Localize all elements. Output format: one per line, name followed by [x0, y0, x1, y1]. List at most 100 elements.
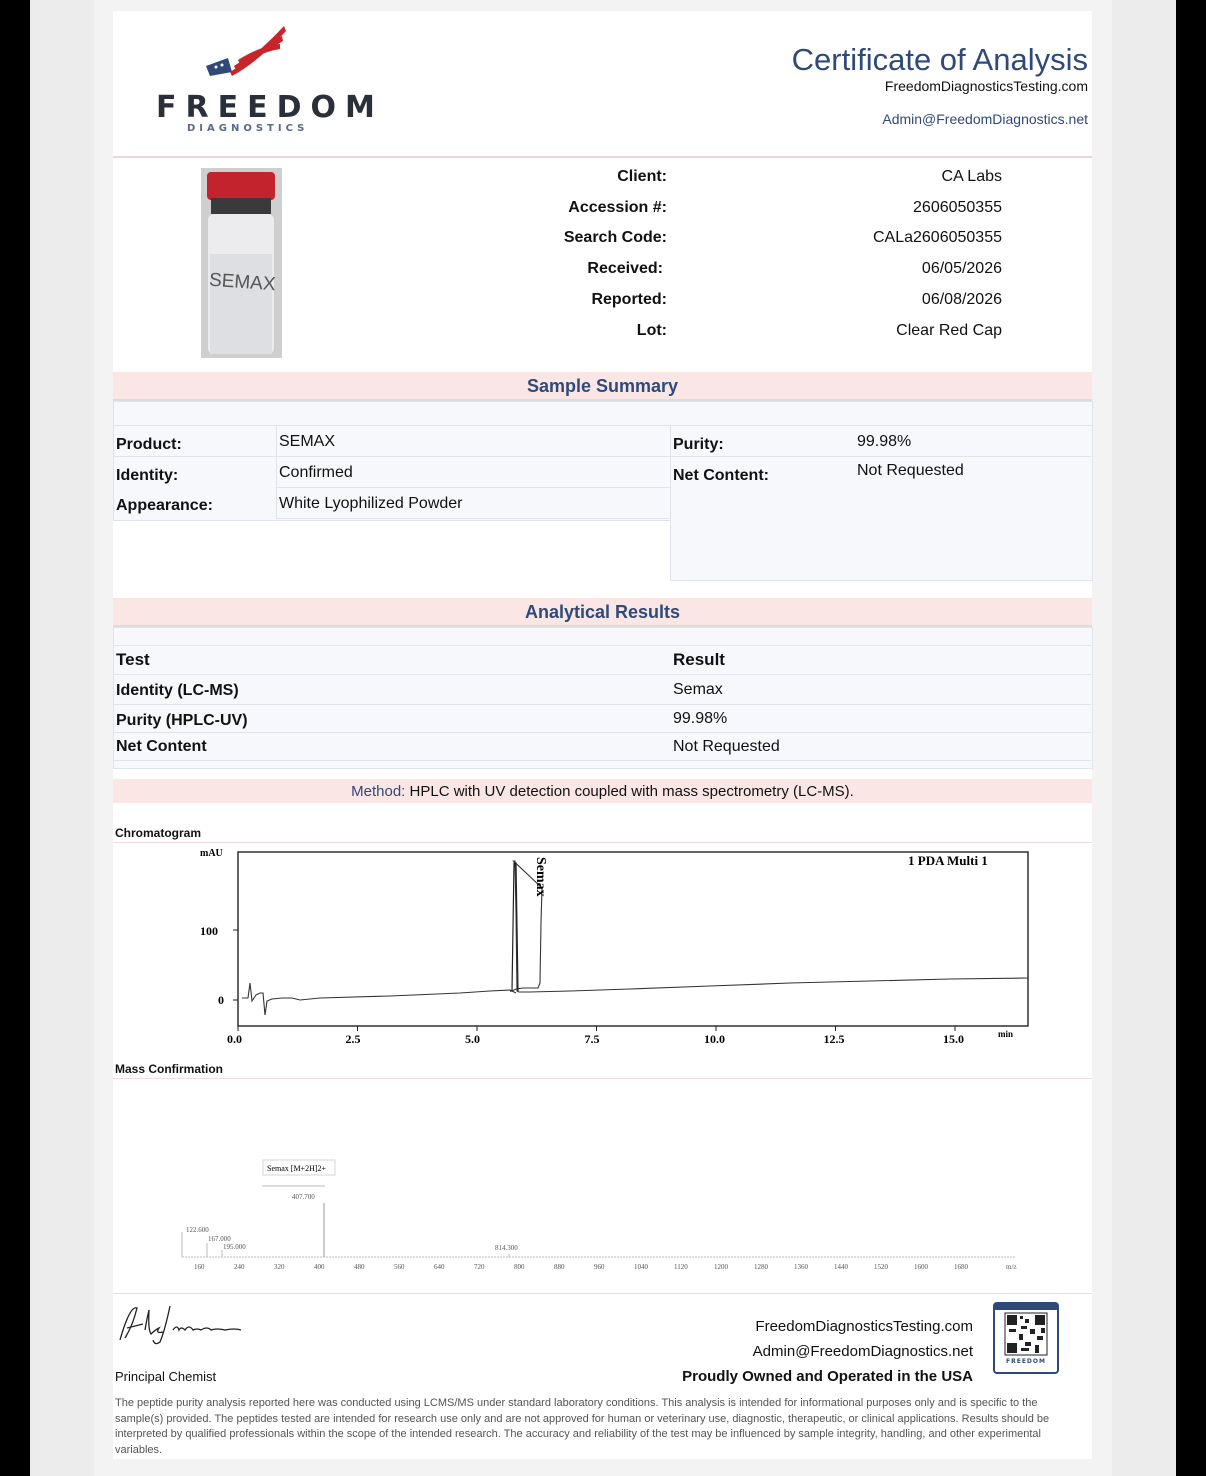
- logo-subtitle: DIAGNOSTICS: [187, 123, 309, 134]
- summary-row-divider: [276, 518, 669, 519]
- mass-x-tick-label: 400: [314, 1263, 325, 1271]
- logo-wordmark: FREEDOM: [156, 90, 384, 125]
- reported-value: 06/08/2026: [921, 291, 1002, 308]
- mass-x-tick-label: 960: [594, 1263, 605, 1271]
- mass-x-tick-label: 560: [394, 1263, 405, 1271]
- method-band: Method: HPLC with UV detection coupled w…: [113, 779, 1092, 803]
- product-label: Product:: [116, 436, 182, 453]
- mass-x-tick-label: 480: [354, 1263, 365, 1271]
- analytical-results-title: Analytical Results: [524, 602, 681, 622]
- chromatogram-y-unit: mAU: [200, 848, 223, 859]
- chromatogram-y-tick: 0: [218, 993, 224, 1007]
- mass-x-tick-label: 320: [274, 1263, 285, 1271]
- net-content-value: Not Requested: [857, 462, 964, 479]
- results-table: [113, 627, 1093, 769]
- results-row-divider: [113, 732, 1091, 733]
- result-row-test: Identity (LC-MS): [116, 682, 239, 699]
- mass-x-tick-label: 880: [554, 1263, 565, 1271]
- result-row-value: 99.98%: [673, 710, 728, 727]
- mass-x-tick-label: 1440: [834, 1263, 849, 1271]
- mass-x-ticks: 160 240 320 400 480 560 640 720 800 880 960 1040 112…: [194, 1263, 969, 1271]
- qr-caption: FREEDOM: [1006, 1358, 1046, 1365]
- chromatogram-x-tick-label: 12.5: [824, 1032, 845, 1046]
- vial-label: SEMAX: [208, 269, 277, 296]
- appearance-value: White Lyophilized Powder: [279, 495, 463, 512]
- chromatogram-x-tick-label: 5.0: [465, 1032, 480, 1046]
- purity-label: Purity:: [673, 436, 724, 453]
- appearance-label: Appearance:: [116, 497, 213, 514]
- search-code-label: Search Code:: [563, 229, 667, 246]
- product-value: SEMAX: [279, 433, 336, 450]
- mass-spectrum: Semax [M+2H]2+ 407.700 122.600 167.000 1…: [181, 1159, 1017, 1271]
- mass-x-tick-label: 1200: [714, 1263, 729, 1271]
- chromatogram-plot: mAU 1 PDA Multi 1 100 0 0.0 2.5 5.0 7.5 10.0…: [200, 848, 1029, 1046]
- summary-col-divider: [276, 425, 277, 519]
- result-row-test: Purity (HPLC-UV): [116, 712, 248, 729]
- result-header: Result: [673, 650, 725, 669]
- semax-peak-label: Semax: [533, 857, 548, 897]
- identity-value: Confirmed: [279, 464, 353, 481]
- method-line: Method: HPLC with UV detection coupled w…: [113, 783, 1092, 800]
- mass-x-tick-label: 640: [434, 1263, 445, 1271]
- results-row-divider: [113, 704, 1091, 705]
- mass-x-tick-label: 1600: [914, 1263, 929, 1271]
- chromatogram-x-tick-label: 10.0: [704, 1032, 725, 1046]
- mass-peak-label: 407.700: [292, 1193, 315, 1201]
- chromatogram-x-unit: min: [998, 1029, 1013, 1039]
- mass-x-tick-label: 1520: [874, 1263, 889, 1271]
- qr-code[interactable]: FREEDOM: [993, 1302, 1059, 1374]
- received-value: 06/05/2026: [921, 260, 1002, 277]
- client-value: CA Labs: [941, 168, 1002, 185]
- accession-value: 2606050355: [913, 199, 1002, 216]
- header-email[interactable]: Admin@FreedomDiagnostics.net: [882, 111, 1088, 127]
- footer-website[interactable]: FreedomDiagnosticsTesting.com: [573, 1318, 973, 1335]
- mass-x-tick-label: 1360: [794, 1263, 809, 1271]
- chromatogram-x-tick-label: 2.5: [346, 1032, 361, 1046]
- result-row-value: Not Requested: [673, 738, 780, 755]
- chromatogram-y-tick: 100: [200, 924, 218, 938]
- chromatogram-channel: 1 PDA Multi 1: [908, 853, 988, 868]
- footer-tagline: Proudly Owned and Operated in the USA: [682, 1368, 973, 1385]
- method-label: Method:: [351, 783, 406, 800]
- header-divider: [113, 156, 1092, 158]
- header-website[interactable]: FreedomDiagnosticsTesting.com: [885, 78, 1088, 94]
- result-row-test: Net Content: [116, 738, 207, 755]
- mass-peak-label: 814.300: [495, 1244, 518, 1252]
- qr-code-icon: [995, 1304, 1057, 1356]
- search-code-value: CALa2606050355: [872, 229, 1002, 246]
- chromatogram-x-tick-label: 7.5: [585, 1032, 600, 1046]
- accession-label: Accession #:: [568, 199, 667, 216]
- mass-confirmation-label: Mass Confirmation: [115, 1062, 224, 1076]
- footer-email[interactable]: Admin@FreedomDiagnostics.net: [573, 1343, 973, 1360]
- vial-photo: SEMAX: [201, 168, 282, 358]
- purity-value: 99.98%: [857, 433, 912, 450]
- received-label: Received:: [587, 260, 663, 277]
- net-content-label: Net Content:: [673, 467, 769, 484]
- chromatogram-x-tick-label: 0.0: [227, 1032, 242, 1046]
- summary-spacer-row: [113, 401, 1093, 426]
- mass-annotation: Semax [M+2H]2+: [267, 1164, 327, 1173]
- footer-divider: [113, 1293, 1092, 1294]
- mass-divider: [113, 1078, 1092, 1079]
- mass-x-tick-label: 800: [514, 1263, 525, 1271]
- test-header: Test: [116, 650, 150, 669]
- results-row-divider: [113, 760, 1091, 761]
- page-title: Certificate of Analysis: [791, 42, 1088, 77]
- mass-x-tick-label: 160: [194, 1263, 205, 1271]
- mass-peak-label: 122.600: [186, 1226, 209, 1234]
- mass-x-unit: m/z: [1006, 1263, 1017, 1271]
- mass-x-tick-label: 720: [474, 1263, 485, 1271]
- results-row-divider: [113, 674, 1091, 675]
- lot-value: Clear Red Cap: [896, 322, 1002, 339]
- chromatogram-trace: [242, 860, 1029, 1016]
- chromatogram-frame: [237, 851, 1029, 1027]
- mass-x-tick-label: 1680: [954, 1263, 969, 1271]
- chromatogram-label: Chromatogram: [115, 826, 202, 840]
- chromatogram-x-ticks: 0.0 2.5 5.0 7.5 10.0 12.5 15.0: [227, 1026, 964, 1046]
- mass-peak-label: 167.000: [208, 1235, 231, 1243]
- result-row-value: Semax: [673, 681, 723, 698]
- mass-peak-label: 195.000: [223, 1243, 246, 1251]
- mass-x-tick-label: 1280: [754, 1263, 769, 1271]
- mass-x-tick-label: 1120: [674, 1263, 688, 1271]
- signature: [119, 1305, 242, 1345]
